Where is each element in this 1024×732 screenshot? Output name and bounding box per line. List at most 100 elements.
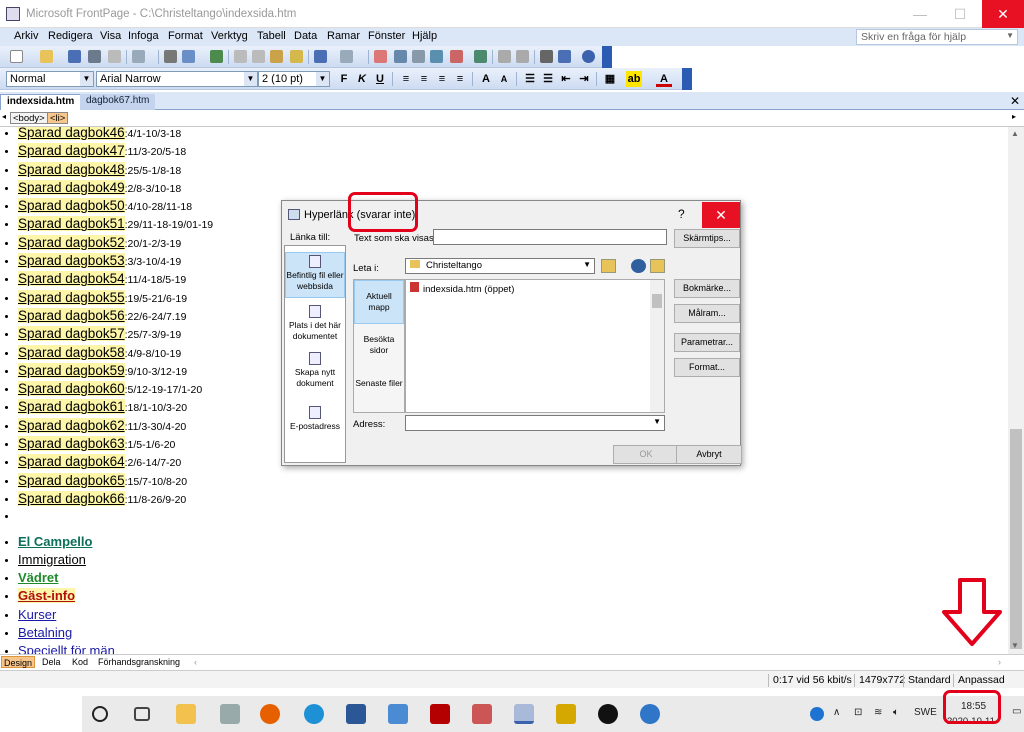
nav-link-immigration[interactable]: Immigration: [18, 552, 86, 567]
align-center-button[interactable]: ≡: [416, 71, 432, 87]
address-field[interactable]: ▼: [405, 415, 665, 431]
parameters-button[interactable]: Parametrar...: [674, 333, 740, 352]
view-mode[interactable]: Standard: [903, 674, 951, 687]
word-icon[interactable]: [346, 704, 366, 724]
diary-link[interactable]: Sparad dagbok66: [18, 490, 125, 506]
diary-link[interactable]: Sparad dagbok49: [18, 179, 125, 195]
ok-button[interactable]: OK: [613, 445, 679, 464]
copy-icon[interactable]: [252, 50, 265, 63]
internet-explorer-icon[interactable]: [304, 704, 324, 724]
place-current-folder[interactable]: Aktuell mapp: [354, 280, 404, 324]
redo-icon[interactable]: [340, 50, 353, 63]
font-size-dropdown[interactable]: 2 (10 pt) ▼: [258, 71, 330, 87]
diary-link[interactable]: Sparad dagbok51: [18, 216, 125, 232]
diary-link[interactable]: Sparad dagbok46: [18, 127, 125, 140]
diary-link[interactable]: Sparad dagbok50: [18, 198, 125, 214]
app-check-icon[interactable]: [556, 704, 576, 724]
print-icon[interactable]: [164, 50, 177, 63]
diary-link[interactable]: Sparad dagbok62: [18, 417, 125, 433]
menu-visa[interactable]: Visa: [100, 30, 121, 42]
browse-web-icon[interactable]: [631, 259, 646, 273]
tag-li[interactable]: <li>: [47, 112, 69, 124]
taskbar-search-box[interactable]: [0, 696, 82, 732]
help-icon[interactable]: [582, 50, 595, 63]
underline-button[interactable]: U: [372, 71, 388, 87]
folder-up-icon[interactable]: [601, 259, 616, 273]
frontpage-taskbar-icon[interactable]: [514, 704, 534, 724]
place-recent-files[interactable]: Senaste filer: [354, 368, 404, 412]
font-color-button[interactable]: A: [656, 71, 672, 87]
chevron-right-icon[interactable]: ›: [996, 656, 1003, 668]
image-viewer-icon[interactable]: [472, 704, 492, 724]
app-icon[interactable]: [220, 704, 240, 724]
open-folder-icon[interactable]: [40, 50, 53, 63]
insert-table-icon[interactable]: [394, 50, 407, 63]
cortana-icon[interactable]: [92, 706, 108, 722]
link-email-address[interactable]: E-postadress: [285, 404, 345, 440]
diary-link[interactable]: Sparad dagbok65: [18, 472, 125, 488]
link-existing-file[interactable]: Befintlig fil eller webbsida: [285, 252, 345, 298]
nav-link-betalning[interactable]: Betalning: [18, 625, 72, 640]
view-code[interactable]: Kod: [70, 656, 90, 668]
diary-link[interactable]: Sparad dagbok54: [18, 271, 125, 287]
task-view-icon[interactable]: [134, 707, 150, 721]
filezilla-icon[interactable]: [430, 704, 450, 724]
file-list-scrollbar[interactable]: [650, 280, 664, 412]
display-text-field[interactable]: [433, 229, 667, 245]
tag-body[interactable]: <body>: [10, 112, 48, 124]
menu-hjalp[interactable]: Hjälp: [412, 30, 437, 42]
custom-mode[interactable]: Anpassad: [953, 674, 1005, 687]
publish-icon[interactable]: [108, 50, 121, 63]
preview-icon[interactable]: [182, 50, 195, 63]
refresh-icon[interactable]: [498, 50, 511, 63]
numbered-list-button[interactable]: ☰: [522, 71, 538, 87]
view-split[interactable]: Dela: [40, 656, 63, 668]
help-search-box[interactable]: Skriv en fråga för hjälp ▼: [856, 29, 1018, 45]
nav-link-speciellt-for-man[interactable]: Speciellt för män: [18, 643, 115, 654]
link-place-in-document[interactable]: Plats i det här dokumentet: [285, 303, 345, 349]
drawing-icon[interactable]: [450, 50, 463, 63]
borders-button[interactable]: ▦: [602, 71, 618, 87]
frontpage-app-icon[interactable]: [6, 7, 20, 21]
bullet-list-button[interactable]: ☰: [540, 71, 556, 87]
diary-link[interactable]: Sparad dagbok63: [18, 436, 125, 452]
new-page-icon[interactable]: [10, 50, 23, 63]
diary-link[interactable]: Sparad dagbok52: [18, 234, 125, 250]
shrink-font-button[interactable]: A: [496, 71, 512, 87]
decrease-indent-button[interactable]: ⇤: [558, 71, 574, 87]
menu-tabell[interactable]: Tabell: [257, 30, 286, 42]
nav-link-gast-info[interactable]: Gäst-info: [18, 588, 76, 604]
app-c-icon[interactable]: [598, 704, 618, 724]
insert-picture-icon[interactable]: [430, 50, 443, 63]
menu-ramar[interactable]: Ramar: [327, 30, 360, 42]
insert-layer-icon[interactable]: [412, 50, 425, 63]
diary-link[interactable]: Sparad dagbok64: [18, 454, 125, 470]
toolbar-options-icon[interactable]: [602, 46, 612, 68]
cut-icon[interactable]: [234, 50, 247, 63]
bold-button[interactable]: F: [336, 71, 352, 87]
scrollbar-thumb[interactable]: [1010, 429, 1022, 649]
stop-icon[interactable]: [516, 50, 529, 63]
wifi-icon[interactable]: ≋: [874, 707, 882, 718]
file-item[interactable]: indexsida.htm (öppet): [410, 282, 514, 295]
chevron-up-icon[interactable]: ∧: [833, 707, 840, 718]
menu-format[interactable]: Format: [168, 30, 203, 42]
grow-font-button[interactable]: A: [478, 71, 494, 87]
target-frame-button[interactable]: Målram...: [674, 304, 740, 323]
align-left-button[interactable]: ≡: [398, 71, 414, 87]
look-in-dropdown[interactable]: Christeltango ▼: [405, 258, 595, 274]
window-close-button[interactable]: ✕: [982, 0, 1024, 28]
close-icon[interactable]: ✕: [1010, 94, 1020, 108]
increase-indent-button[interactable]: ⇥: [576, 71, 592, 87]
notification-icon[interactable]: ▭: [1012, 706, 1021, 717]
page-size[interactable]: 1479x772: [854, 674, 905, 687]
anchor-icon[interactable]: [558, 50, 571, 63]
firefox-icon[interactable]: [260, 704, 280, 724]
scrollbar-thumb[interactable]: [652, 294, 662, 308]
link-new-document[interactable]: Skapa nytt dokument: [285, 350, 345, 396]
minimize-button[interactable]: —: [900, 0, 940, 28]
diary-link[interactable]: Sparad dagbok55: [18, 289, 125, 305]
toolbar-options-icon[interactable]: [682, 68, 692, 90]
diary-link[interactable]: Sparad dagbok58: [18, 344, 125, 360]
diary-link[interactable]: Sparad dagbok60: [18, 381, 125, 397]
